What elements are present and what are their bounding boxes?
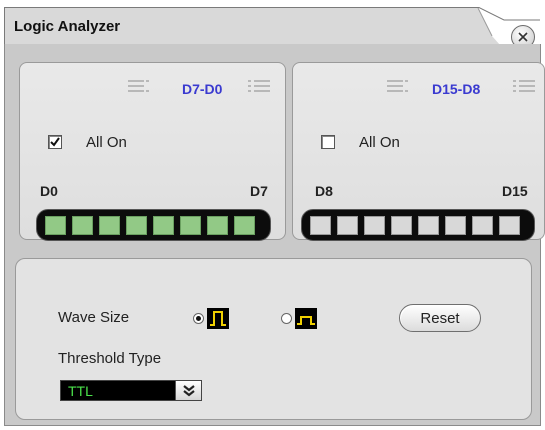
title-bar: Logic Analyzer bbox=[4, 6, 541, 49]
threshold-type-value: TTL bbox=[68, 383, 93, 399]
channel-led-d12[interactable] bbox=[418, 215, 439, 235]
end-channel-label: D7 bbox=[250, 183, 268, 199]
pulse-wave-icon bbox=[297, 316, 315, 325]
channel-led-d13[interactable] bbox=[445, 215, 466, 235]
all-on-label: All On bbox=[359, 134, 400, 151]
all-on-label: All On bbox=[86, 134, 127, 151]
small-pulse-wave-icon[interactable] bbox=[295, 308, 317, 329]
channel-led-d4[interactable] bbox=[153, 215, 174, 235]
wave-size-label: Wave Size bbox=[58, 309, 130, 326]
channel-range-label: D7-D0 bbox=[182, 81, 223, 97]
channel-led-d9[interactable] bbox=[337, 215, 358, 235]
start-channel-label: D8 bbox=[315, 183, 333, 199]
channel-led-d2[interactable] bbox=[99, 215, 120, 235]
reset-button[interactable]: Reset bbox=[399, 304, 481, 332]
start-channel-label: D0 bbox=[40, 183, 58, 199]
channel-led-d3[interactable] bbox=[126, 215, 147, 235]
align-right-menu-icon[interactable] bbox=[387, 79, 409, 95]
analyzer-body: D7-D0 All On D0 D7 D15-D8 All On D8 D15 … bbox=[4, 44, 545, 426]
channel-led-d1[interactable] bbox=[72, 215, 93, 235]
checkmark-icon bbox=[50, 137, 60, 147]
channel-led-d8[interactable] bbox=[310, 215, 331, 235]
channel-panel-d15-d8: D15-D8 All On D8 D15 bbox=[292, 62, 545, 241]
channel-led-d11[interactable] bbox=[391, 215, 412, 235]
channel-led-d7[interactable] bbox=[234, 215, 255, 235]
list-menu-icon[interactable] bbox=[248, 79, 270, 95]
wave-size-small-radio[interactable] bbox=[281, 313, 292, 324]
channel-led-strip bbox=[301, 209, 535, 241]
double-chevron-down-icon bbox=[182, 384, 195, 396]
align-right-menu-icon[interactable] bbox=[128, 79, 150, 95]
end-channel-label: D15 bbox=[502, 183, 528, 199]
channel-led-d14[interactable] bbox=[472, 215, 493, 235]
channel-led-d6[interactable] bbox=[207, 215, 228, 235]
channel-led-d15[interactable] bbox=[499, 215, 520, 235]
threshold-type-select[interactable]: TTL bbox=[60, 380, 202, 401]
window-title: Logic Analyzer bbox=[14, 18, 121, 35]
dropdown-arrow-button[interactable] bbox=[175, 381, 201, 400]
pulse-wave-icon bbox=[210, 311, 226, 326]
channel-led-strip bbox=[36, 209, 271, 241]
options-panel: Wave Size Reset Threshold Type TTL bbox=[15, 258, 532, 420]
wave-size-large-radio[interactable] bbox=[193, 313, 204, 324]
channel-led-d10[interactable] bbox=[364, 215, 385, 235]
channel-led-d5[interactable] bbox=[180, 215, 201, 235]
channel-led-d0[interactable] bbox=[45, 215, 66, 235]
all-on-checkbox[interactable] bbox=[321, 135, 335, 149]
large-pulse-wave-icon[interactable] bbox=[207, 308, 229, 329]
all-on-checkbox[interactable] bbox=[48, 135, 62, 149]
logic-analyzer-window: Logic Analyzer D7-D0 All On D0 D7 D15-D8… bbox=[0, 0, 545, 430]
list-menu-icon[interactable] bbox=[513, 79, 535, 95]
threshold-type-label: Threshold Type bbox=[58, 350, 162, 367]
channel-range-label: D15-D8 bbox=[432, 81, 481, 97]
close-icon bbox=[518, 32, 528, 42]
channel-panel-d7-d0: D7-D0 All On D0 D7 bbox=[19, 62, 286, 241]
